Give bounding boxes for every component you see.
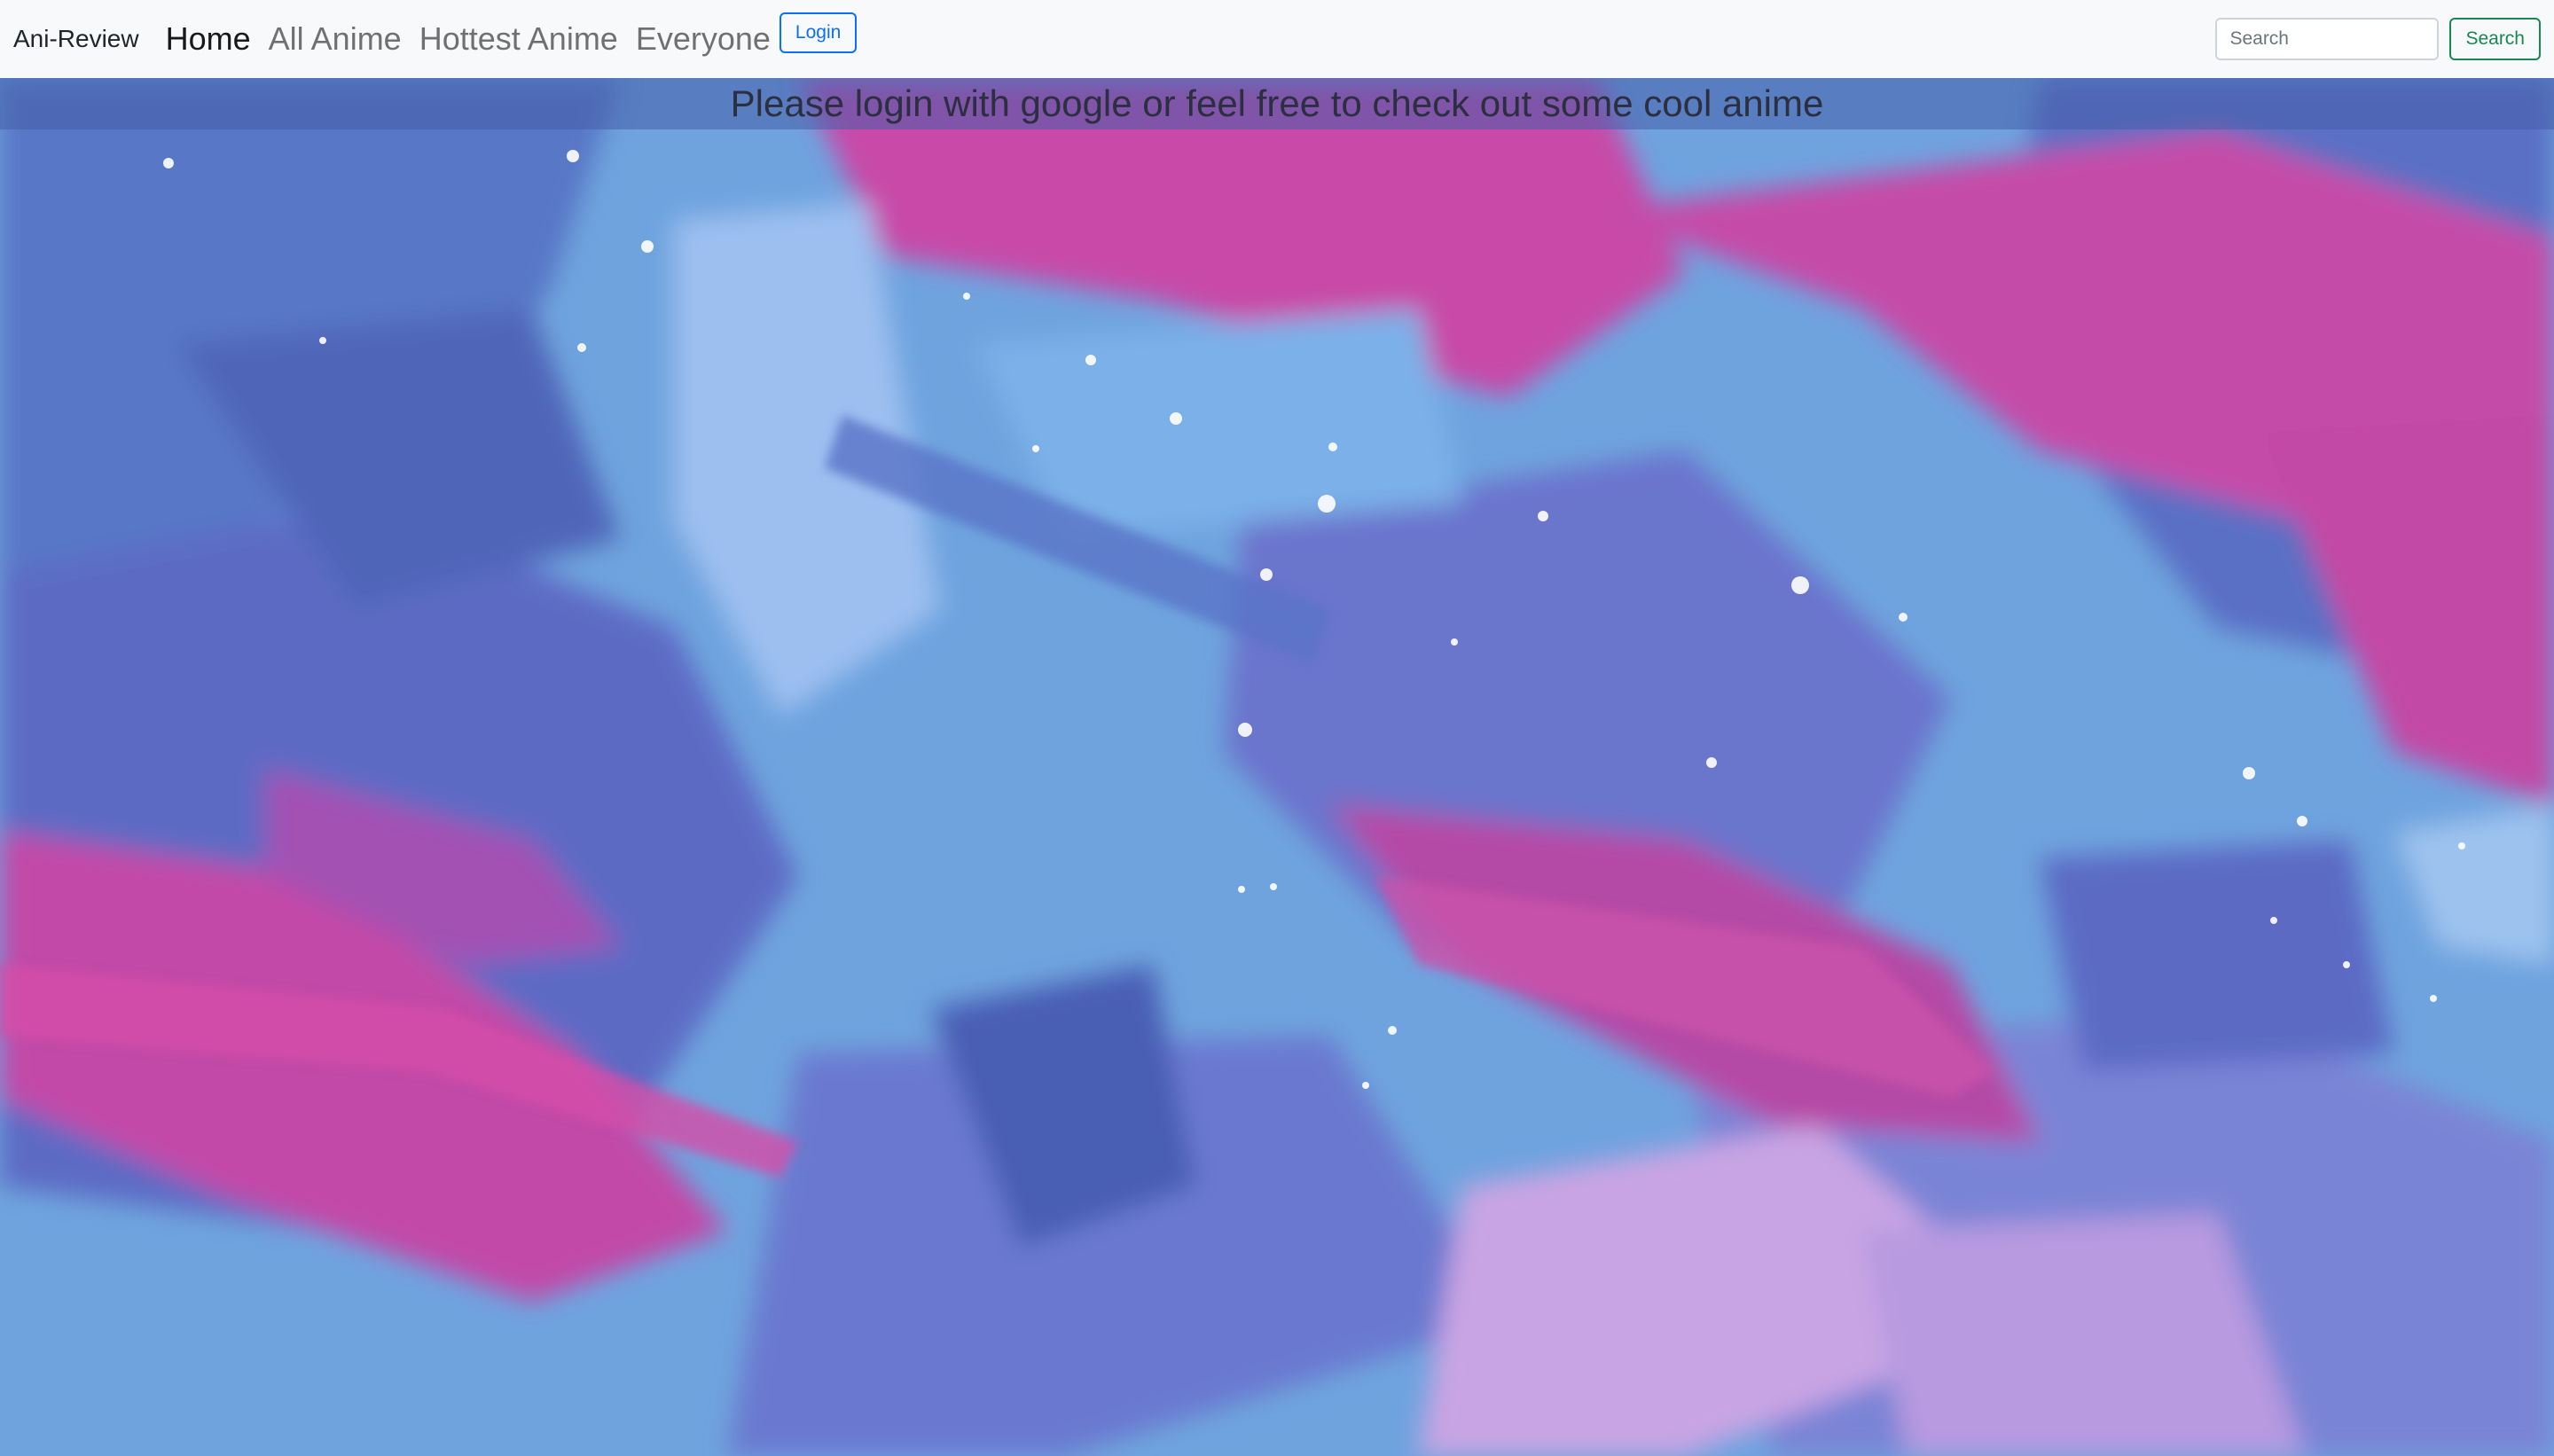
nav-all-anime-link[interactable]: All Anime — [269, 20, 402, 58]
nav-everyone-link[interactable]: Everyone — [636, 20, 771, 58]
login-button[interactable]: Login — [779, 12, 858, 53]
top-navbar: Ani-Review Home All Anime Hottest Anime … — [0, 0, 2554, 78]
search-input[interactable] — [2215, 18, 2440, 60]
search-form: Search — [2215, 18, 2541, 60]
hero-background — [0, 78, 2554, 1456]
login-prompt-banner: Please login with google or feel free to… — [0, 78, 2554, 129]
nav-home-link[interactable]: Home — [166, 20, 251, 58]
search-button[interactable]: Search — [2449, 18, 2541, 60]
brand-link[interactable]: Ani-Review — [13, 25, 139, 53]
background-artwork — [0, 78, 2554, 1456]
nav-hottest-anime-link[interactable]: Hottest Anime — [419, 20, 618, 58]
login-prompt-text: Please login with google or feel free to… — [730, 82, 1824, 124]
